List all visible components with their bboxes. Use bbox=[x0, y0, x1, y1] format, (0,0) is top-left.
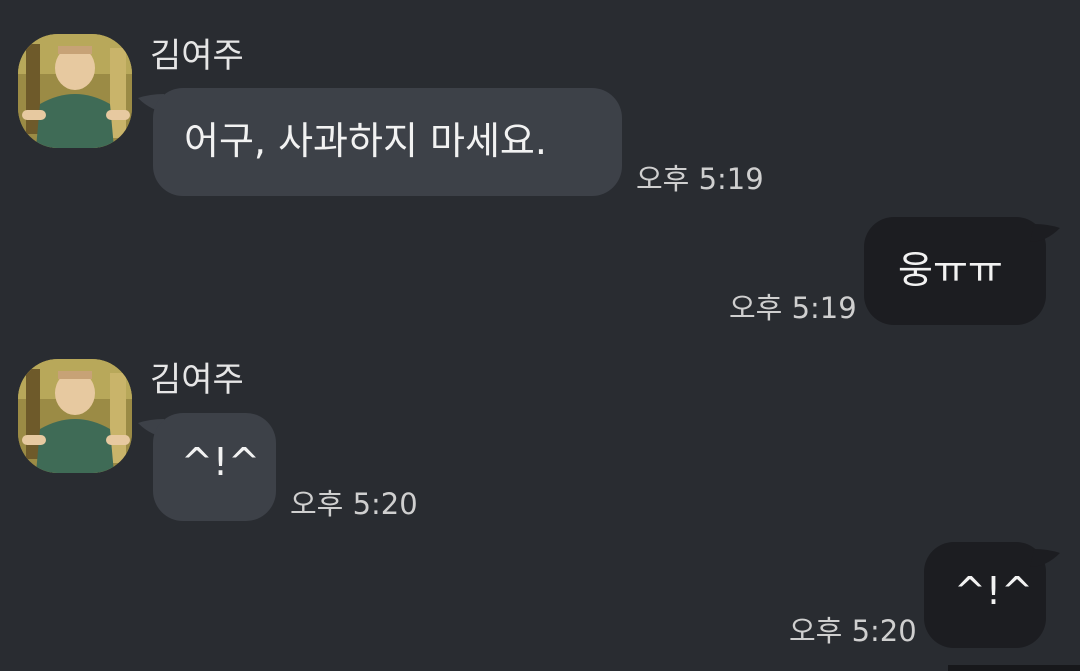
bottom-edge-bar bbox=[948, 665, 1080, 671]
message-bubble[interactable]: 웅ㅠㅠ bbox=[864, 217, 1046, 325]
sender-avatar[interactable] bbox=[18, 34, 132, 148]
bubble-tail bbox=[1030, 224, 1060, 242]
message-bubble[interactable]: ^!^ bbox=[153, 413, 276, 521]
cartoon-man-avatar-icon bbox=[18, 359, 132, 473]
message-timestamp: 오후 5:19 bbox=[636, 162, 764, 196]
cartoon-man-avatar-icon bbox=[18, 34, 132, 148]
message-text: ^!^ bbox=[954, 569, 1033, 613]
message-text: ^!^ bbox=[181, 440, 260, 484]
message-timestamp: 오후 5:20 bbox=[290, 487, 418, 521]
chat-thread: 김여주 어구, 사과하지 마세요. 오후 5:19 웅ㅠㅠ 오후 5:19 김여… bbox=[0, 0, 1080, 671]
message-bubble[interactable]: ^!^ bbox=[924, 542, 1046, 648]
message-bubble[interactable]: 어구, 사과하지 마세요. bbox=[153, 88, 622, 196]
sender-name: 김여주 bbox=[150, 36, 244, 76]
sender-avatar[interactable] bbox=[18, 359, 132, 473]
message-timestamp: 오후 5:20 bbox=[789, 614, 917, 648]
bubble-tail bbox=[1030, 549, 1060, 567]
sender-name: 김여주 bbox=[150, 360, 244, 400]
message-text: 웅ㅠㅠ bbox=[898, 248, 1003, 292]
message-timestamp: 오후 5:19 bbox=[729, 291, 857, 325]
message-text: 어구, 사과하지 마세요. bbox=[184, 119, 547, 163]
